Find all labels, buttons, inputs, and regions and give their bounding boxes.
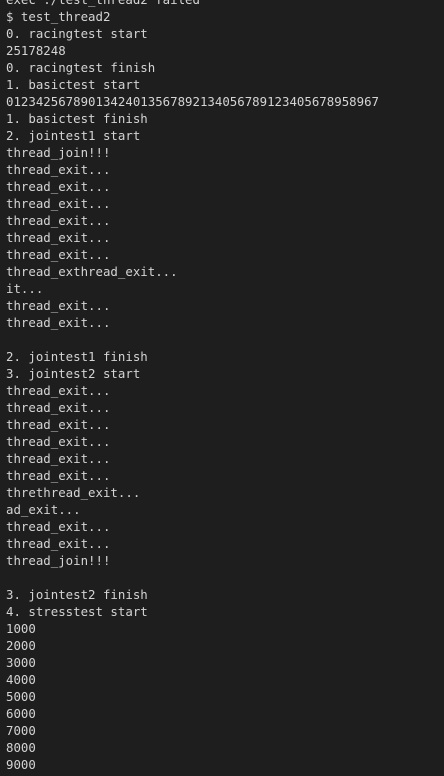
terminal-line: it... xyxy=(6,281,44,296)
terminal-line: 3. jointest2 finish xyxy=(6,587,148,602)
terminal-line: 1. basictest start xyxy=(6,77,141,92)
terminal-line: 0. racingtest start xyxy=(6,26,148,41)
terminal-line: thread_exit... xyxy=(6,468,111,483)
terminal-line: thread_join!!! xyxy=(6,145,111,160)
terminal-line: threthread_exit... xyxy=(6,485,141,500)
terminal-line: thread_exit... xyxy=(6,315,111,330)
terminal-line: $ test_thread2 xyxy=(6,9,111,24)
terminal-line: 5000 xyxy=(6,689,36,704)
terminal-line: 0. racingtest finish xyxy=(6,60,156,75)
terminal-line: 25178248 xyxy=(6,43,66,58)
terminal-line: thread_exit... xyxy=(6,536,111,551)
terminal-line: 3. jointest2 start xyxy=(6,366,141,381)
terminal-line: ad_exit... xyxy=(6,502,81,517)
terminal-line: 2. jointest1 finish xyxy=(6,349,148,364)
terminal-line: 8000 xyxy=(6,740,36,755)
terminal-line: 3000 xyxy=(6,655,36,670)
terminal-line: thread_exit... xyxy=(6,434,111,449)
terminal-line: thread_exthread_exit... xyxy=(6,264,178,279)
terminal-line: thread_exit... xyxy=(6,400,111,415)
terminal-line: thread_exit... xyxy=(6,417,111,432)
terminal-line: thread_exit... xyxy=(6,196,111,211)
terminal-line: thread_exit... xyxy=(6,247,111,262)
terminal-line: 6000 xyxy=(6,706,36,721)
terminal-window[interactable]: exec ./test_thread2 failed$ test_thread2… xyxy=(0,0,444,776)
terminal-line: 4. stresstest start xyxy=(6,604,148,619)
terminal-line: 2000 xyxy=(6,638,36,653)
terminal-line: 9000 xyxy=(6,757,36,772)
terminal-line: 4000 xyxy=(6,672,36,687)
terminal-output: exec ./test_thread2 failed$ test_thread2… xyxy=(6,0,379,773)
terminal-line: thread_exit... xyxy=(6,383,111,398)
terminal-line: exec ./test_thread2 failed xyxy=(6,0,379,8)
terminal-line: 1. basictest finish xyxy=(6,111,148,126)
terminal-line: thread_exit... xyxy=(6,179,111,194)
terminal-line: thread_exit... xyxy=(6,519,111,534)
terminal-line: thread_exit... xyxy=(6,451,111,466)
terminal-line: thread_join!!! xyxy=(6,553,111,568)
terminal-line: 0123425678901342401356789213405678912340… xyxy=(6,94,379,109)
terminal-line: 1000 xyxy=(6,621,36,636)
terminal-line: thread_exit... xyxy=(6,162,111,177)
terminal-line: 2. jointest1 start xyxy=(6,128,141,143)
terminal-line: thread_exit... xyxy=(6,298,111,313)
terminal-line: thread_exit... xyxy=(6,230,111,245)
terminal-line: 7000 xyxy=(6,723,36,738)
terminal-line: thread_exit... xyxy=(6,213,111,228)
